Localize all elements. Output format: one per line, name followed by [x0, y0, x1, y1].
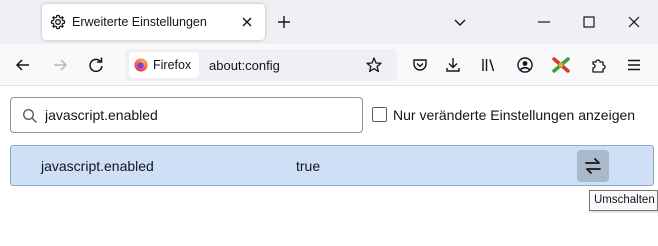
firefox-logo-icon [134, 58, 148, 72]
modified-only-label[interactable]: Nur veränderte Einstellungen anzeigen [393, 107, 635, 123]
nav-toolbar: Firefox about:config [0, 44, 658, 86]
extension-puzzle-colored-icon[interactable] [552, 56, 570, 74]
reload-icon[interactable] [87, 56, 105, 74]
back-icon[interactable] [14, 56, 32, 74]
identity-label: Firefox [153, 58, 192, 72]
download-icon[interactable] [444, 56, 462, 74]
toggle-tooltip: Umschalten [589, 190, 658, 211]
pref-row-javascript-enabled[interactable]: javascript.enabled true [10, 145, 654, 186]
pref-value: true [296, 158, 321, 174]
modified-only-checkbox[interactable] [372, 107, 387, 122]
menu-icon[interactable] [625, 56, 643, 74]
library-icon[interactable] [480, 56, 498, 74]
account-icon[interactable] [516, 56, 534, 74]
new-tab-icon[interactable] [276, 14, 292, 30]
toggle-arrows-icon [585, 158, 601, 174]
pref-search-box[interactable] [10, 97, 363, 133]
tab-about-config[interactable]: Erweiterte Einstellungen [42, 4, 265, 40]
gear-icon [50, 14, 66, 30]
minimize-icon[interactable] [536, 14, 552, 30]
toggle-button[interactable] [577, 150, 609, 182]
pocket-icon[interactable] [411, 56, 429, 74]
bookmark-star-icon[interactable] [365, 56, 383, 74]
extensions-icon[interactable] [589, 56, 607, 74]
pref-name: javascript.enabled [41, 158, 154, 174]
chevron-down-icon[interactable] [452, 14, 468, 30]
tab-title: Erweiterte Einstellungen [72, 15, 207, 29]
close-tab-icon[interactable] [239, 14, 255, 30]
close-window-icon[interactable] [626, 14, 642, 30]
url-text[interactable]: about:config [209, 58, 280, 73]
tab-strip: Erweiterte Einstellungen [0, 0, 658, 44]
url-bar[interactable]: Firefox about:config [125, 49, 397, 81]
search-icon [22, 108, 38, 124]
maximize-icon[interactable] [581, 14, 597, 30]
identity-box[interactable]: Firefox [129, 52, 199, 78]
forward-icon[interactable] [51, 56, 69, 74]
pref-search-input[interactable] [45, 104, 345, 126]
